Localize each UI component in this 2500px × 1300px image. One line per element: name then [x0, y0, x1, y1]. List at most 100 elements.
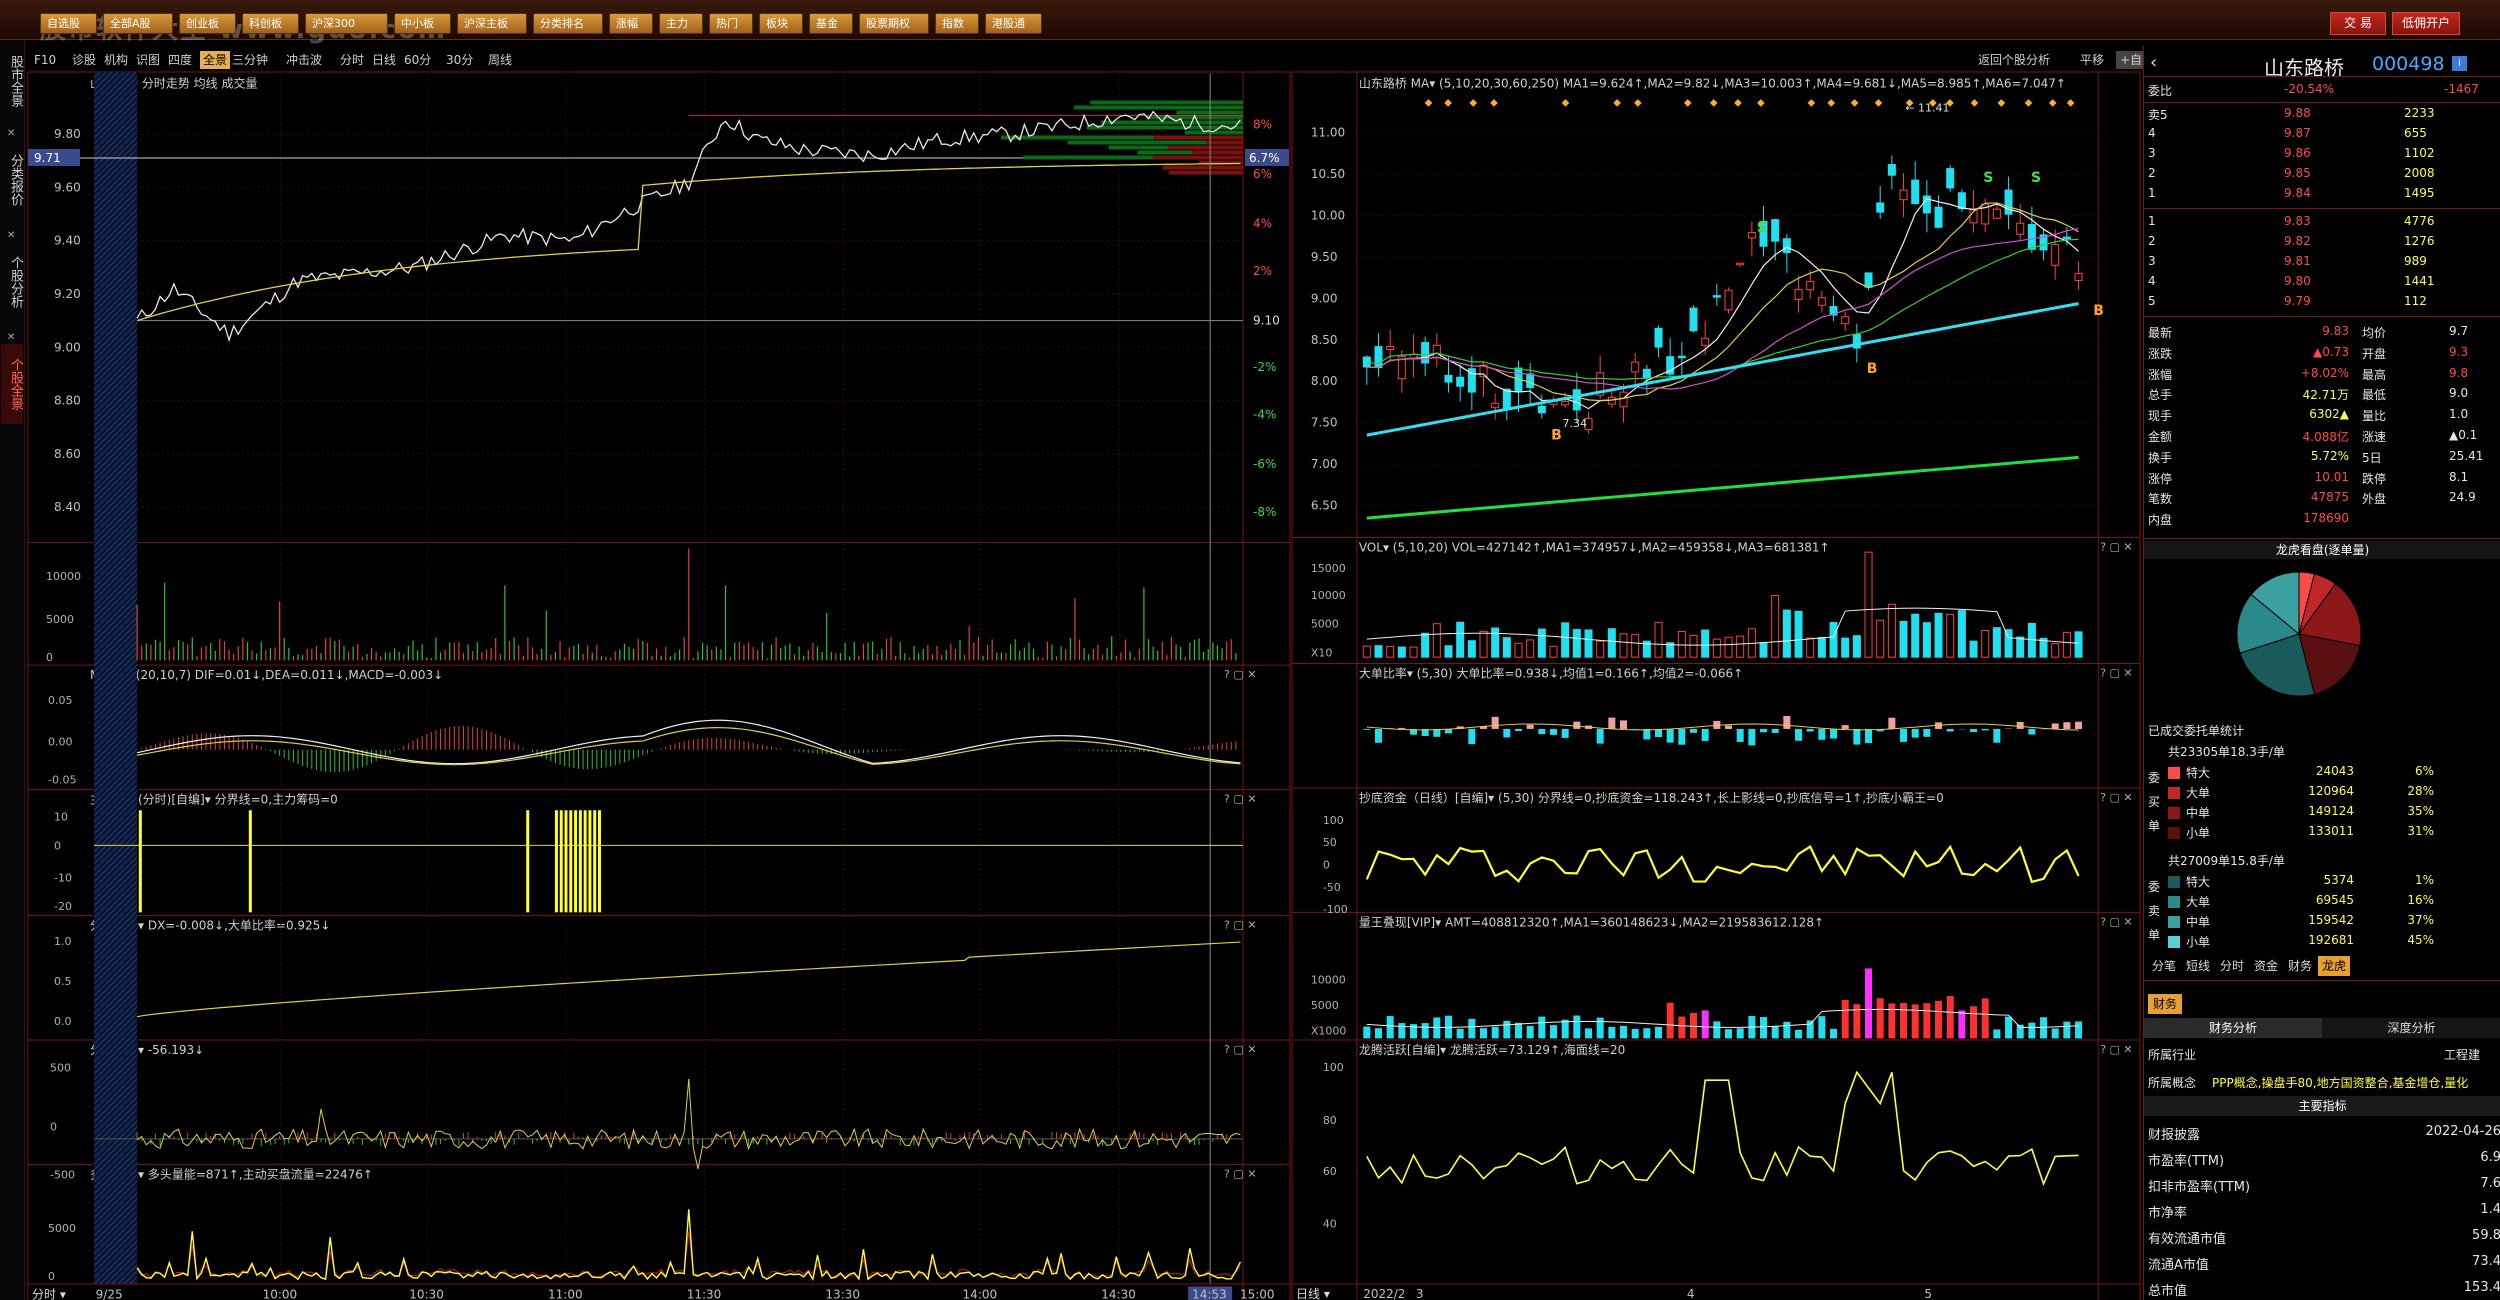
candle-body	[1561, 400, 1570, 406]
back-arrow-icon[interactable]: ‹	[2150, 52, 2157, 73]
pct-tick: 6%	[1253, 167, 1272, 181]
kline-vol-bar	[1922, 622, 1931, 658]
open-account-button[interactable]: 低佣开户	[2392, 12, 2460, 35]
price-tick: 9.80	[54, 127, 81, 141]
finance-tab[interactable]: 财务	[2148, 994, 2182, 1014]
candle-body	[1572, 389, 1581, 411]
nav-market-overview[interactable]: 股市全景	[1, 46, 23, 116]
toolbar-12[interactable]: 周线	[488, 51, 512, 69]
top-button-0[interactable]: 自选股	[40, 13, 97, 34]
amt-bar	[1830, 1028, 1838, 1039]
ma30-line	[1366, 238, 2079, 380]
panel-controls-icon[interactable]: ? ▢ ✕	[2100, 915, 2132, 928]
sell-row-pct: 37%	[2407, 913, 2434, 927]
kline-vol-bar	[1876, 619, 1885, 658]
top-button-3[interactable]: 科创板	[242, 13, 299, 34]
toolbar-11[interactable]: 30分	[446, 51, 473, 69]
kline-vol-tick: X10	[1311, 646, 1333, 659]
amt-bar	[1421, 1023, 1429, 1039]
panel-controls-icon[interactable]: ? ▢ ✕	[1224, 919, 1256, 932]
time-tick: 10:30	[409, 1287, 444, 1300]
back-to-analysis-link[interactable]: 返回个股分析	[1978, 51, 2050, 69]
panel-controls-icon[interactable]: ? ▢ ✕	[2100, 791, 2132, 804]
top-button-14[interactable]: 指数	[935, 13, 979, 34]
info-icon[interactable]: i	[2452, 56, 2467, 71]
top-button-9[interactable]: 主力	[659, 13, 703, 34]
panel-controls-icon[interactable]: ? ▢ ✕	[2100, 541, 2132, 554]
amt-bar	[1993, 1029, 2001, 1039]
legend-swatch	[2168, 876, 2180, 888]
concept-label: 所属概念	[2148, 1076, 2197, 1090]
quote-tab-1[interactable]: 短线	[2182, 956, 2214, 976]
panel-controls-icon[interactable]: ? ▢ ✕	[1224, 1167, 1256, 1180]
quote-tab-5[interactable]: 龙虎	[2318, 956, 2350, 976]
big-ratio-bar	[1596, 728, 1604, 744]
toolbar-9[interactable]: 日线	[372, 51, 396, 69]
dragon-tick: 40	[1323, 1217, 1337, 1230]
toolbar-2[interactable]: 机构	[104, 51, 128, 69]
top-button-12[interactable]: 基金	[809, 13, 853, 34]
toolbar-6[interactable]: 三分钟	[232, 51, 268, 69]
close-icon[interactable]: ✕	[7, 128, 15, 139]
fin-subtab-0[interactable]: 财务分析	[2144, 1018, 2322, 1038]
nav-stock-overview[interactable]: 个股全景	[1, 344, 23, 424]
amt-bar	[1456, 1028, 1464, 1039]
sell-signal-icon: S	[1757, 220, 1767, 236]
concept-value: PPP概念,操盘手80,地方国资整合,基金增仓,量化	[2212, 1076, 2469, 1090]
nav-category-quote[interactable]: 分类报价	[1, 140, 23, 220]
buy-row-pct: 31%	[2407, 824, 2434, 838]
panel-controls-icon[interactable]: ? ▢ ✕	[2100, 667, 2132, 680]
quote-tab-2[interactable]: 分时	[2216, 956, 2248, 976]
close-icon[interactable]: ✕	[7, 332, 15, 343]
toolbar-3[interactable]: 识图	[136, 51, 160, 69]
panel-controls-icon[interactable]: ? ▢ ✕	[1224, 668, 1256, 681]
sell-vol: 2008	[2404, 166, 2435, 180]
amt-bar	[1783, 1021, 1791, 1039]
toolbar-4[interactable]: 四度	[168, 51, 192, 69]
top-button-13[interactable]: 股票期权	[859, 13, 929, 34]
toolbar-10[interactable]: 60分	[404, 51, 431, 69]
quote-tab-0[interactable]: 分笔	[2148, 956, 2180, 976]
stat-label: 笔数	[2148, 492, 2173, 507]
top-button-1[interactable]: 全部A股	[103, 13, 173, 34]
amt-bar	[2063, 1021, 2071, 1039]
sell-row-label: 中单	[2186, 915, 2211, 929]
kline-vol-bar	[1969, 640, 1978, 658]
top-button-4[interactable]: 沪深300	[305, 13, 388, 34]
panel-controls-icon[interactable]: ? ▢ ✕	[1224, 793, 1256, 806]
toolbar-8[interactable]: 分时	[340, 51, 364, 69]
quote-tab-3[interactable]: 资金	[2250, 956, 2282, 976]
view-switch-label[interactable]: 分时 ▾	[32, 1287, 66, 1300]
top-button-7[interactable]: 分类排名	[533, 13, 603, 34]
nav-stock-analysis[interactable]: 个股分析	[1, 242, 23, 322]
top-button-8[interactable]: 涨幅	[609, 13, 653, 34]
panel-controls-icon[interactable]: ? ▢ ✕	[1224, 1043, 1256, 1056]
top-button-11[interactable]: 板块	[759, 13, 803, 34]
signal-diamond-icon: ◆	[1757, 97, 1765, 108]
amt-bar	[1526, 1025, 1534, 1039]
fin-subtab-1[interactable]: 深度分析	[2322, 1018, 2500, 1038]
panel-controls-icon[interactable]: ? ▢ ✕	[2100, 1043, 2132, 1056]
pan-toggle[interactable]: 平移	[2080, 51, 2104, 69]
toolbar-7[interactable]: 冲击波	[286, 51, 322, 69]
kline-view-switch[interactable]: 日线 ▾	[1296, 1287, 1330, 1300]
trade-button[interactable]: 交 易	[2330, 12, 2386, 35]
top-button-15[interactable]: 港股通	[985, 13, 1042, 34]
fin-value: 73.4	[2472, 1254, 2500, 1269]
pct-tick: 4%	[1253, 216, 1272, 230]
top-button-2[interactable]: 创业板	[179, 13, 236, 34]
time-tick: 9/25	[96, 1287, 123, 1300]
top-button-10[interactable]: 热门	[709, 13, 753, 34]
buy-price: 9.79	[2284, 294, 2311, 308]
quote-tab-4[interactable]: 财务	[2284, 956, 2316, 976]
top-button-5[interactable]: 中小板	[394, 13, 451, 34]
big-ratio-bar	[1981, 728, 1989, 731]
toolbar-1[interactable]: 诊股	[72, 51, 96, 69]
top-button-6[interactable]: 沪深主板	[457, 13, 527, 34]
close-icon[interactable]: ✕	[7, 230, 15, 241]
kline-panel-header: 抄底资金（日线）[自编]▾ (5,30) 分界线=0,抄底资金=118.243↑…	[1359, 790, 1944, 805]
stock-code: 000498	[2372, 53, 2445, 75]
toolbar-5[interactable]: 全景	[200, 51, 231, 69]
stat-value: 178690	[2303, 511, 2349, 526]
toolbar-0[interactable]: F10	[34, 51, 56, 69]
